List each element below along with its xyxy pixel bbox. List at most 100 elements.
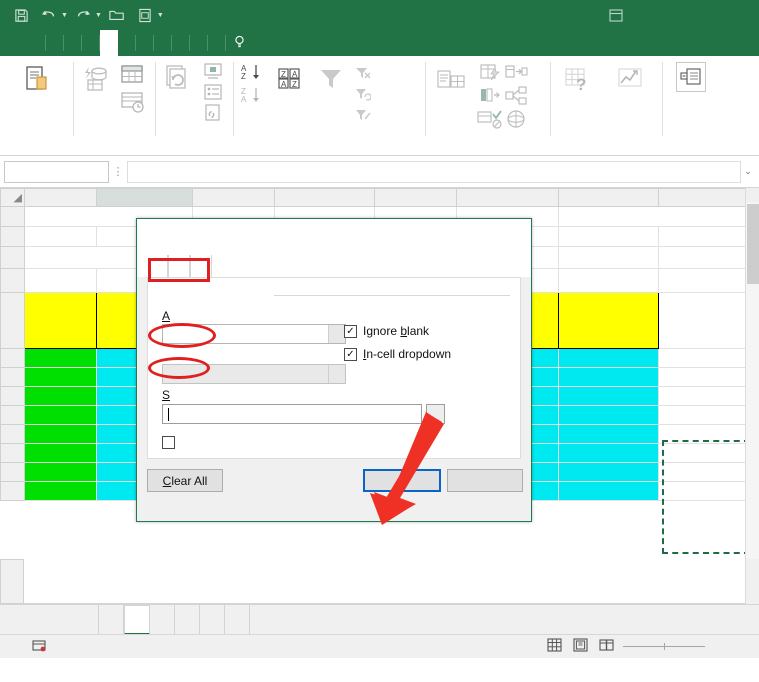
cell-h10[interactable] — [659, 425, 746, 444]
open-icon[interactable] — [104, 3, 130, 27]
cell-a5[interactable] — [25, 293, 97, 349]
tab-view[interactable] — [136, 30, 154, 56]
row-header-1[interactable] — [1, 207, 25, 227]
filter-button[interactable] — [310, 60, 352, 98]
source-input[interactable] — [162, 404, 422, 424]
data-dropdown[interactable] — [162, 364, 346, 384]
view-page-layout-icon[interactable] — [567, 638, 593, 655]
chevron-down-icon[interactable] — [328, 365, 345, 383]
sort-button[interactable]: ZAAZ — [270, 60, 310, 98]
cell-h6[interactable] — [659, 349, 746, 368]
outline-button[interactable] — [665, 60, 717, 94]
cell-a9[interactable] — [25, 406, 97, 425]
cell-a13[interactable] — [25, 482, 97, 501]
column-header-e[interactable] — [375, 189, 457, 207]
cell-g3[interactable] — [559, 247, 659, 269]
cell-g9[interactable] — [559, 406, 659, 425]
sheet-tab-bai-10[interactable] — [99, 605, 124, 635]
cell-a7[interactable] — [25, 368, 97, 387]
refresh-all-button[interactable] — [156, 60, 202, 98]
dialog-help-button[interactable] — [461, 222, 493, 252]
row-header-4[interactable] — [1, 269, 25, 293]
cell-a4[interactable] — [25, 269, 97, 293]
row-header-8[interactable] — [1, 387, 25, 406]
row-header-7[interactable] — [1, 368, 25, 387]
tab-help[interactable] — [172, 30, 190, 56]
consolidate-icon[interactable] — [504, 62, 528, 84]
column-header-c[interactable] — [193, 189, 275, 207]
column-header-g[interactable] — [559, 189, 659, 207]
text-to-columns-button[interactable] — [426, 60, 476, 100]
cell-a6[interactable] — [25, 349, 97, 368]
redo-caret-icon[interactable]: ▼ — [95, 12, 102, 19]
tab-team[interactable] — [208, 30, 226, 56]
row-header-11[interactable] — [1, 444, 25, 463]
cancel-button[interactable] — [447, 469, 523, 492]
cell-h11[interactable] — [659, 444, 746, 463]
column-header-b[interactable] — [97, 189, 193, 207]
ribbon-display-options-icon[interactable] — [599, 0, 633, 30]
column-header-a[interactable] — [25, 189, 97, 207]
new-query-button[interactable] — [74, 60, 120, 98]
sheet-tab-b[interactable] — [225, 605, 250, 635]
row-header-13[interactable] — [1, 482, 25, 501]
cell-a11[interactable] — [25, 444, 97, 463]
ignore-blank-checkbox[interactable]: ✓ Ignore blank — [344, 324, 429, 338]
cell-a12[interactable] — [25, 463, 97, 482]
forecast-sheet-button[interactable] — [605, 60, 657, 99]
sheet-tab-bai-14[interactable] — [200, 605, 225, 635]
flash-fill-icon[interactable] — [476, 62, 504, 84]
cell-a2[interactable] — [25, 227, 97, 247]
cell-h8[interactable] — [659, 387, 746, 406]
apply-all-checkbox[interactable] — [162, 436, 181, 449]
collapse-dialog-button[interactable] — [426, 404, 445, 424]
data-validation-icon[interactable] — [476, 108, 504, 130]
cell-g11[interactable] — [559, 444, 659, 463]
row-header-5[interactable] — [1, 293, 25, 349]
cell-g4[interactable] — [559, 269, 659, 293]
row-header-9[interactable] — [1, 406, 25, 425]
recent-sources-icon[interactable] — [120, 89, 144, 115]
undo-icon[interactable] — [36, 3, 62, 27]
tab-file[interactable] — [10, 30, 28, 56]
zoom-track[interactable] — [623, 646, 705, 647]
column-header-h[interactable] — [659, 189, 746, 207]
cell-g8[interactable] — [559, 387, 659, 406]
cell-a8[interactable] — [25, 387, 97, 406]
tab-insert[interactable] — [46, 30, 64, 56]
dialog-tab-error-alert[interactable] — [190, 255, 212, 277]
tab-data[interactable] — [100, 30, 118, 56]
dialog-tab-input-message[interactable] — [168, 255, 190, 277]
cell-g12[interactable] — [559, 463, 659, 482]
cell-g2[interactable] — [559, 227, 659, 247]
remove-duplicates-icon[interactable] — [476, 85, 504, 107]
row-header-6[interactable] — [1, 349, 25, 368]
cell-g6[interactable] — [559, 349, 659, 368]
cell-g10[interactable] — [559, 425, 659, 444]
cell-g1[interactable] — [559, 207, 746, 227]
sheet-tab-bai-13[interactable] — [175, 605, 200, 635]
what-if-analysis-button[interactable]: ? — [551, 60, 605, 99]
column-header-f[interactable] — [457, 189, 559, 207]
cell-h9[interactable] — [659, 406, 746, 425]
tell-me-box[interactable] — [226, 30, 257, 56]
tab-review[interactable] — [118, 30, 136, 56]
redo-icon[interactable] — [70, 3, 96, 27]
clear-button[interactable] — [352, 64, 378, 84]
connections-icon[interactable] — [202, 61, 224, 81]
tab-home[interactable] — [28, 30, 46, 56]
scroll-up-icon[interactable] — [746, 188, 759, 202]
dialog-tab-settings[interactable] — [147, 255, 168, 277]
row-header-10[interactable] — [1, 425, 25, 444]
relationships-icon[interactable] — [504, 85, 528, 107]
name-box[interactable] — [4, 161, 109, 183]
sheet-tab-bai-11[interactable] — [124, 605, 150, 635]
row-header-14[interactable] — [0, 559, 24, 604]
select-all-corner[interactable]: ◢ — [1, 189, 25, 207]
row-header-2[interactable] — [1, 227, 25, 247]
cell-h7[interactable] — [659, 368, 746, 387]
properties-icon[interactable] — [202, 82, 224, 102]
in-cell-dropdown-checkbox[interactable]: ✓ In-cell dropdown — [344, 347, 451, 361]
chevron-down-icon[interactable] — [328, 325, 345, 343]
cell-h2[interactable] — [659, 227, 746, 247]
